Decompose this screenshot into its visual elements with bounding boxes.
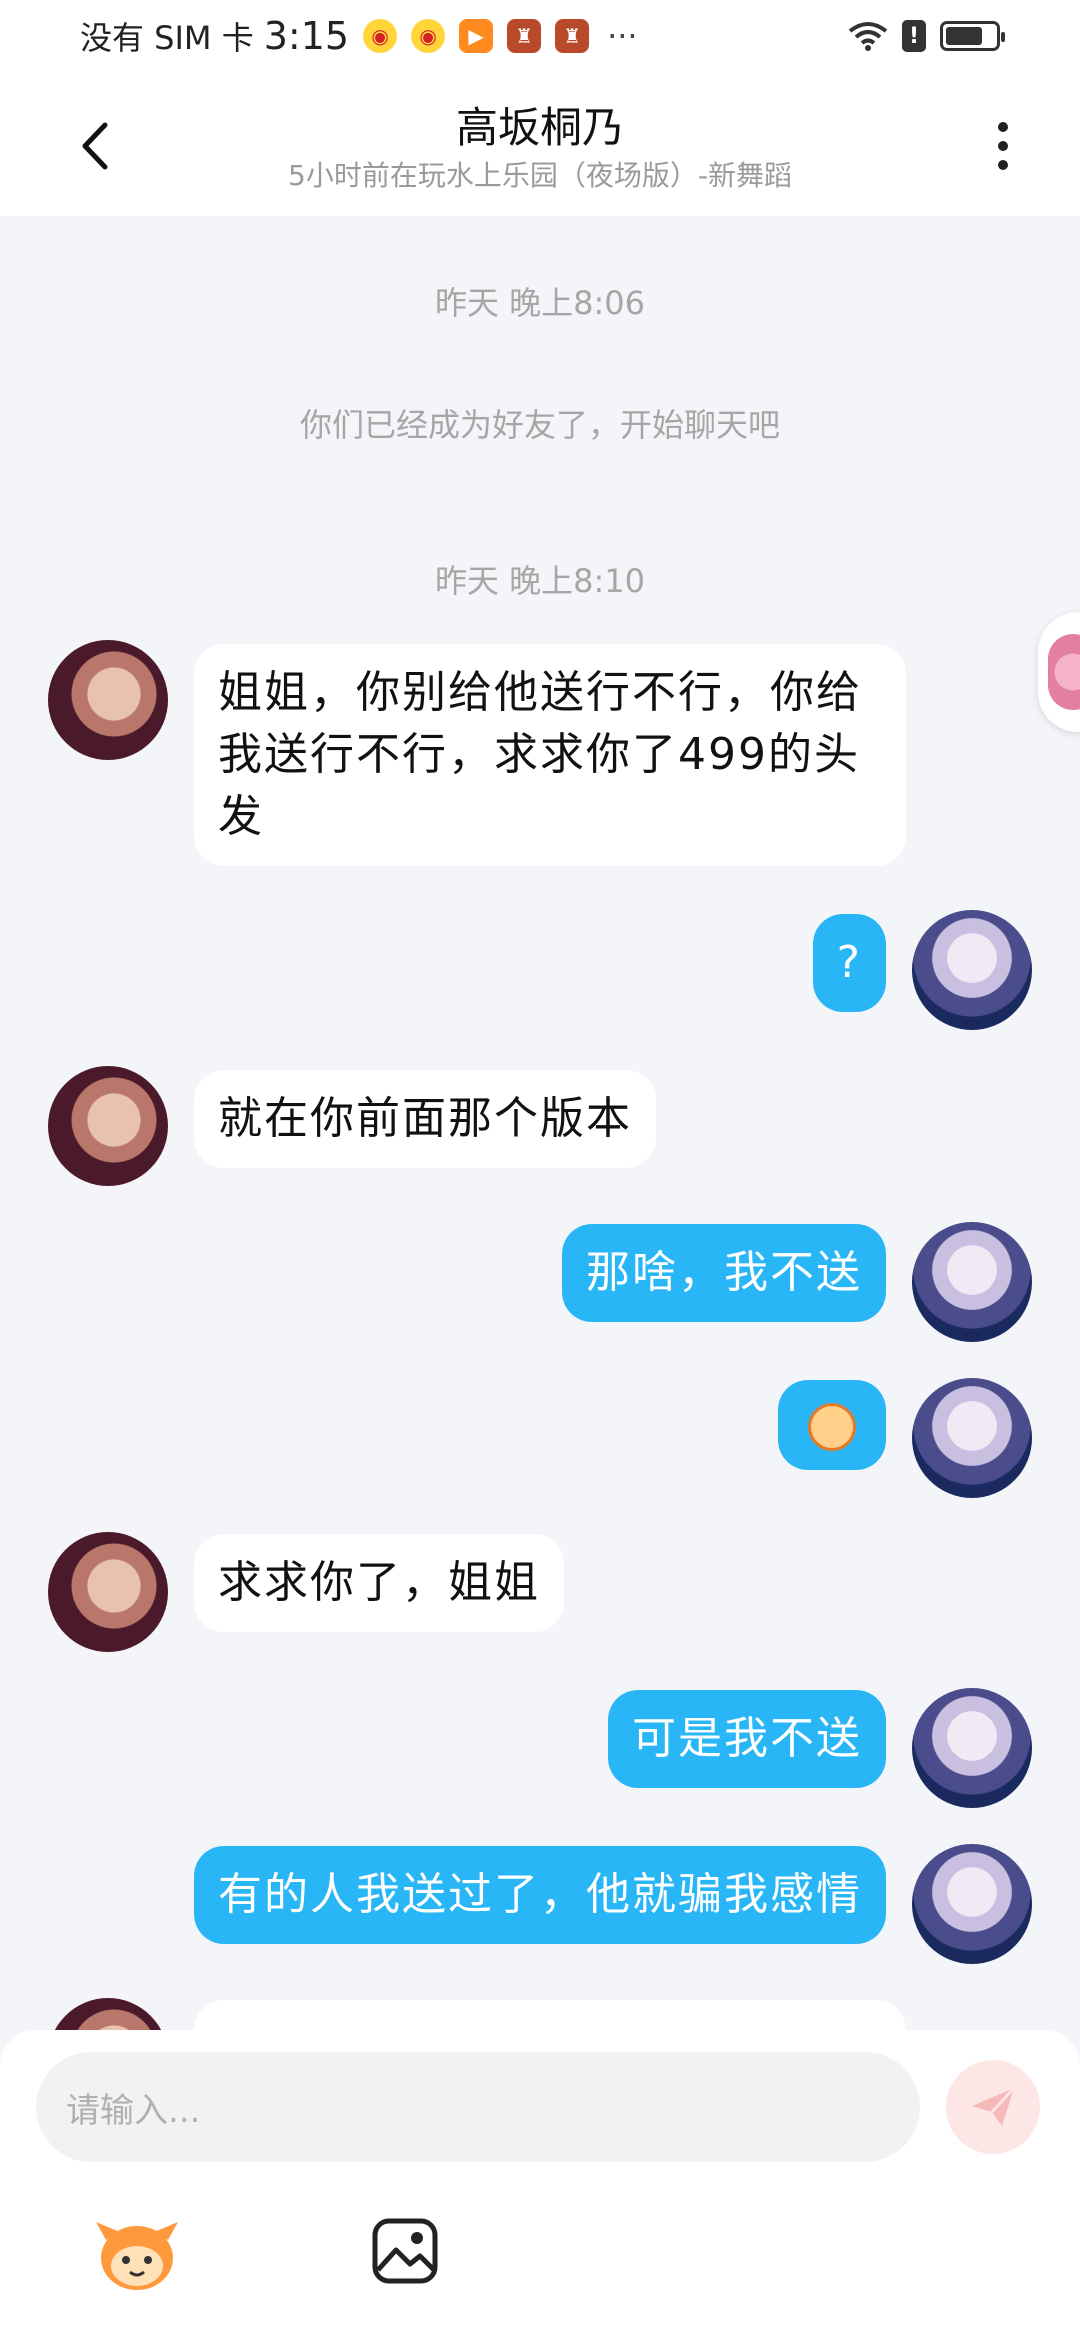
contact-avatar[interactable] bbox=[48, 1066, 168, 1186]
laughing-face-emoji-icon bbox=[808, 1403, 856, 1451]
dot-icon bbox=[998, 122, 1008, 132]
game-notification-icon: ♜ bbox=[507, 19, 542, 53]
battery-icon bbox=[940, 21, 1005, 51]
mascot-sticker-icon bbox=[96, 2222, 178, 2290]
send-icon bbox=[972, 2086, 1016, 2126]
status-left: 没有 SIM 卡 3:15 ◉ ◉ ▶ ♜ ♜ ··· bbox=[80, 13, 638, 59]
my-avatar[interactable] bbox=[912, 1378, 1032, 1498]
status-right: ! bbox=[848, 20, 1005, 52]
contact-avatar[interactable] bbox=[48, 1998, 168, 2030]
my-avatar[interactable] bbox=[912, 910, 1032, 1030]
outgoing-message[interactable]: 可是我不送 bbox=[608, 1690, 886, 1788]
carrier-label: 没有 SIM 卡 bbox=[80, 19, 254, 57]
contact-avatar[interactable] bbox=[48, 1532, 168, 1652]
video-app-notification-icon: ▶ bbox=[459, 19, 494, 53]
incoming-message-partial[interactable] bbox=[194, 2000, 906, 2030]
alert-icon: ! bbox=[902, 20, 926, 52]
weibo-notification-icon: ◉ bbox=[363, 19, 398, 53]
weibo-notification-icon: ◉ bbox=[411, 19, 446, 53]
timestamp: 昨天 晚上8:06 bbox=[434, 284, 646, 322]
outgoing-message[interactable]: ? bbox=[812, 914, 886, 1012]
chat-header: 高坂桐乃 5小时前在玩水上乐园（夜场版）-新舞蹈 bbox=[0, 72, 1080, 216]
system-message: 你们已经成为好友了，开始聊天吧 bbox=[299, 406, 780, 444]
send-button[interactable] bbox=[946, 2060, 1040, 2154]
outgoing-message[interactable]: 有的人我送过了，他就骗我感情 bbox=[194, 1846, 886, 1944]
more-notifications-icon: ··· bbox=[607, 17, 638, 55]
sticker-button[interactable] bbox=[92, 2210, 182, 2300]
image-picker-button[interactable] bbox=[370, 2216, 440, 2286]
chat-area[interactable]: 昨天 晚上8:06 你们已经成为好友了，开始聊天吧 昨天 晚上8:10 姐姐，你… bbox=[0, 216, 1080, 2030]
message-input[interactable]: 请输入... bbox=[36, 2052, 920, 2162]
game-notification-icon: ♜ bbox=[555, 19, 590, 53]
my-avatar[interactable] bbox=[912, 1222, 1032, 1342]
my-avatar[interactable] bbox=[912, 1844, 1032, 1964]
incoming-message[interactable]: 就在你前面那个版本 bbox=[194, 1070, 656, 1168]
input-bar: 请输入... bbox=[0, 2030, 1080, 2340]
incoming-message[interactable]: 姐姐，你别给他送行不行，你给我送行不行，求求你了499的头发 bbox=[194, 644, 906, 866]
wifi-icon bbox=[848, 22, 888, 51]
status-bar: 没有 SIM 卡 3:15 ◉ ◉ ▶ ♜ ♜ ··· ! bbox=[0, 0, 1080, 72]
dot-icon bbox=[998, 141, 1008, 151]
image-icon bbox=[372, 2218, 438, 2284]
contact-status: 5小时前在玩水上乐园（夜场版）-新舞蹈 bbox=[288, 159, 792, 192]
outgoing-sticker-message[interactable] bbox=[778, 1380, 886, 1470]
dot-icon bbox=[998, 160, 1008, 170]
my-avatar[interactable] bbox=[912, 1688, 1032, 1808]
incoming-message[interactable]: 求求你了，姐姐 bbox=[194, 1534, 564, 1632]
outgoing-message[interactable]: 那啥，我不送 bbox=[562, 1224, 886, 1322]
contact-avatar[interactable] bbox=[48, 640, 168, 760]
timestamp: 昨天 晚上8:10 bbox=[434, 562, 646, 600]
floating-widget-icon bbox=[1048, 634, 1080, 710]
clock: 3:15 bbox=[263, 14, 350, 58]
floating-widget-button[interactable] bbox=[1038, 612, 1080, 732]
contact-name: 高坂桐乃 bbox=[455, 103, 624, 152]
more-options-button[interactable] bbox=[988, 116, 1018, 176]
